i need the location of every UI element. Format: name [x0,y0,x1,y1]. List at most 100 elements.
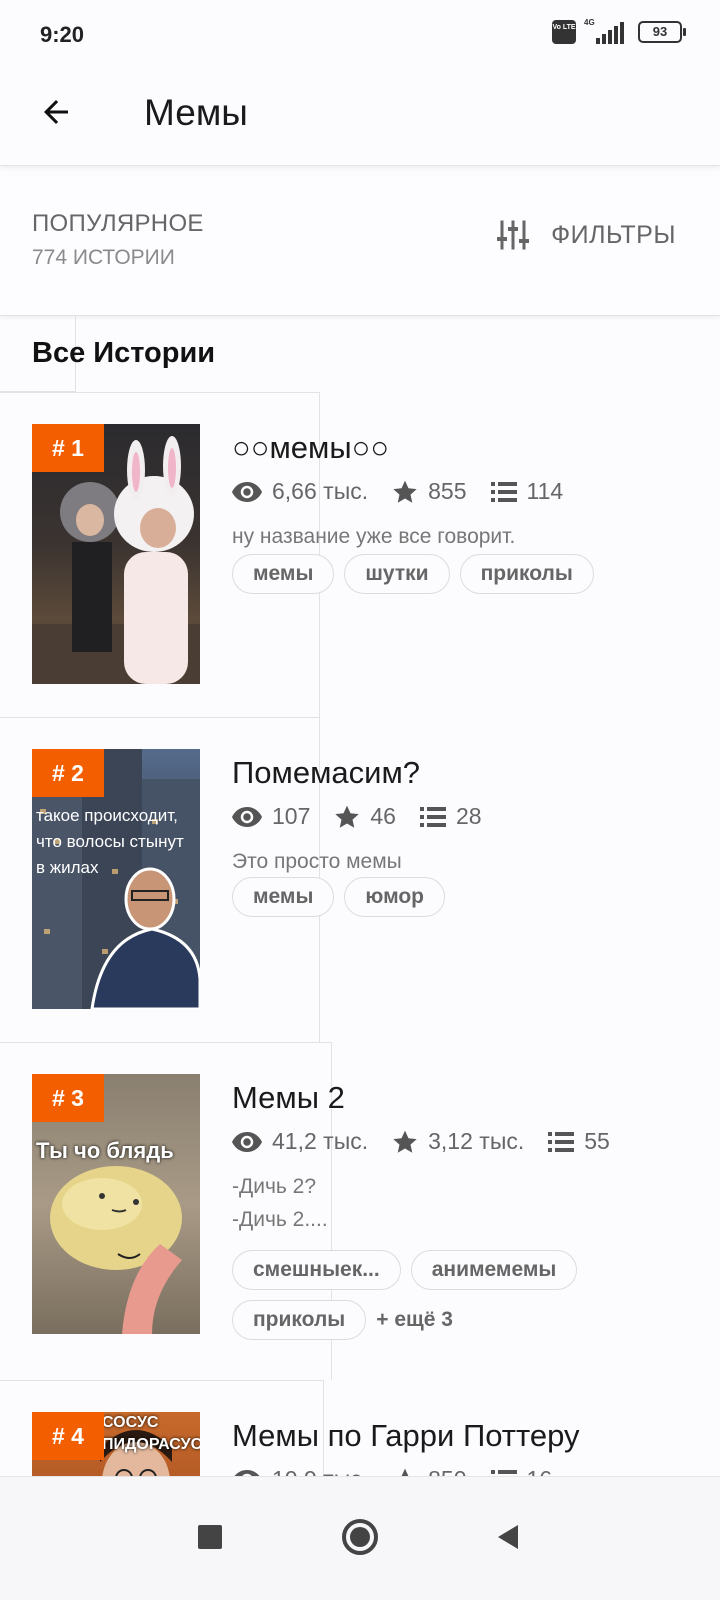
app-bar: Мемы [0,70,720,166]
chapters-count: 114 [526,478,564,504]
eye-icon [234,1469,260,1476]
views-count: 41,2 тыс. [272,1128,369,1154]
story-description: ну название уже все говорит. [232,525,516,548]
story-title[interactable]: ○○мемы○○ [232,430,389,466]
story-cover: # 1 [32,424,200,684]
description-line: -Дичь 2.... [232,1208,328,1231]
story-card[interactable]: # 2 такое происходит, что волосы стынут … [0,717,720,1043]
chapters-count: 16 [527,1466,553,1476]
list-icon [548,1131,575,1152]
status-icons: Vo LTE 4G 93 [552,18,686,44]
star-icon [335,805,360,828]
square-icon [198,1525,222,1549]
star-icon [393,480,417,503]
more-tags-link[interactable]: + ещё 3 [376,1300,453,1340]
chapters-stat: 16 [490,1466,553,1476]
stars-stat: 850 [392,1466,467,1476]
rank-badge: # 1 [32,424,104,472]
sort-panel: ПОПУЛЯРНОЕ 774 ИСТОРИИ ФИЛЬТРЫ [0,176,720,316]
system-nav-bar [0,1476,720,1600]
circle-icon [342,1519,378,1555]
story-stats: 41,2 тыс. 3,12 тыс. 55 [232,1128,634,1155]
signal-icon: 4G [584,18,624,44]
story-stats: 107 46 28 [232,803,506,830]
stars-count: 46 [370,803,396,829]
chapters-stat: 28 [419,803,482,830]
sort-title[interactable]: ПОПУЛЯРНОЕ [32,210,204,238]
story-description: Это просто мемы [232,850,402,873]
rank-badge: # 3 [32,1074,104,1122]
eye-icon [232,806,262,827]
eye-icon [232,1131,262,1152]
description-line: -Дичь 2? [232,1175,317,1198]
views-stat: 6,66 тыс. [232,478,368,505]
tag-list: смешныек... анимемемы приколы + ещё 3 [232,1250,632,1340]
stars-count: 855 [428,478,467,504]
story-card[interactable]: # 1 ○○мемы○○ 6,66 тыс. 855 114 ну назван… [0,392,720,718]
sliders-icon [497,220,530,250]
filters-button[interactable]: ФИЛЬТРЫ [497,220,676,250]
volte-icon: Vo LTE [552,20,576,44]
story-title[interactable]: Мемы по Гарри Поттеру [232,1418,579,1454]
story-card[interactable]: # 3 Ты чо блядь Мемы 2 41,2 тыс. 3,12 ты… [0,1042,720,1380]
story-stats: 10,9 тыс. 850 16 [232,1466,576,1476]
story-stats: 6,66 тыс. 855 114 [232,478,587,505]
tag-chip[interactable]: анимемемы [410,1250,578,1290]
list-icon [419,806,446,827]
tag-chip[interactable]: мемы [232,554,335,594]
tag-list: мемы шутки приколы [232,554,632,594]
tag-chip[interactable]: приколы [459,554,594,594]
home-button[interactable] [328,1505,392,1569]
stars-count: 850 [428,1466,466,1476]
rank-badge: # 4 [32,1412,104,1460]
tag-chip[interactable]: смешныек... [232,1250,401,1290]
views-count: 6,66 тыс. [272,478,369,504]
cover-caption: такое происходит, что волосы стынут в жи… [36,806,184,877]
triangle-back-icon [498,1525,518,1549]
cover-caption: Ты чо блядь [36,1138,174,1163]
tag-chip[interactable]: мемы [232,877,335,917]
back-nav-button[interactable] [476,1505,540,1569]
tag-chip[interactable]: шутки [344,554,450,594]
eye-icon [232,481,262,502]
page-title: Мемы [144,92,248,133]
views-stat: 107 [232,803,310,830]
stars-stat: 46 [334,803,396,830]
battery-icon: 93 [638,21,686,43]
tag-chip[interactable]: юмор [344,877,445,917]
list-icon [490,481,517,502]
star-icon [393,1130,417,1153]
stars-stat: 3,12 тыс. [392,1128,524,1155]
star-icon [398,1468,412,1476]
views-count: 10,9 тыс. [272,1466,368,1476]
views-count: 107 [272,803,311,829]
story-cover: # 3 Ты чо блядь [32,1074,200,1334]
arrow-left-icon [44,100,68,124]
story-cover: # 4 СОСУС ПИДОРАСУС [32,1412,200,1476]
views-stat: 41,2 тыс. [232,1128,368,1155]
stars-count: 3,12 тыс. [428,1128,525,1154]
filters-label: ФИЛЬТРЫ [551,220,676,249]
story-cover: # 2 такое происходит, что волосы стынут … [32,749,200,1009]
story-card[interactable]: # 4 СОСУС ПИДОРАСУС Мемы по Гарри Поттер… [0,1380,720,1476]
chapters-stat: 114 [490,478,564,505]
cover-caption: СОСУС ПИДОРАСУС [102,1414,200,1453]
network-type: 4G [584,18,595,27]
section-title: Все Истории [32,337,216,369]
story-description: -Дичь 2? -Дичь 2.... [232,1170,328,1236]
list-icon [490,1469,517,1474]
chapters-count: 55 [584,1128,610,1154]
story-count: 774 ИСТОРИИ [32,246,175,269]
rank-badge: # 2 [32,749,104,797]
status-time: 9:20 [40,22,85,47]
views-stat: 10,9 тыс. [232,1466,368,1476]
chapters-stat: 55 [548,1128,610,1155]
story-title[interactable]: Мемы 2 [232,1080,345,1116]
status-bar: 9:20 Vo LTE 4G 93 [0,0,720,70]
stars-stat: 855 [392,478,467,505]
story-title[interactable]: Помемасим? [232,755,420,791]
back-button[interactable] [28,84,84,140]
tag-chip[interactable]: приколы [232,1300,367,1340]
chapters-count: 28 [455,803,482,829]
recents-button[interactable] [178,1505,242,1569]
